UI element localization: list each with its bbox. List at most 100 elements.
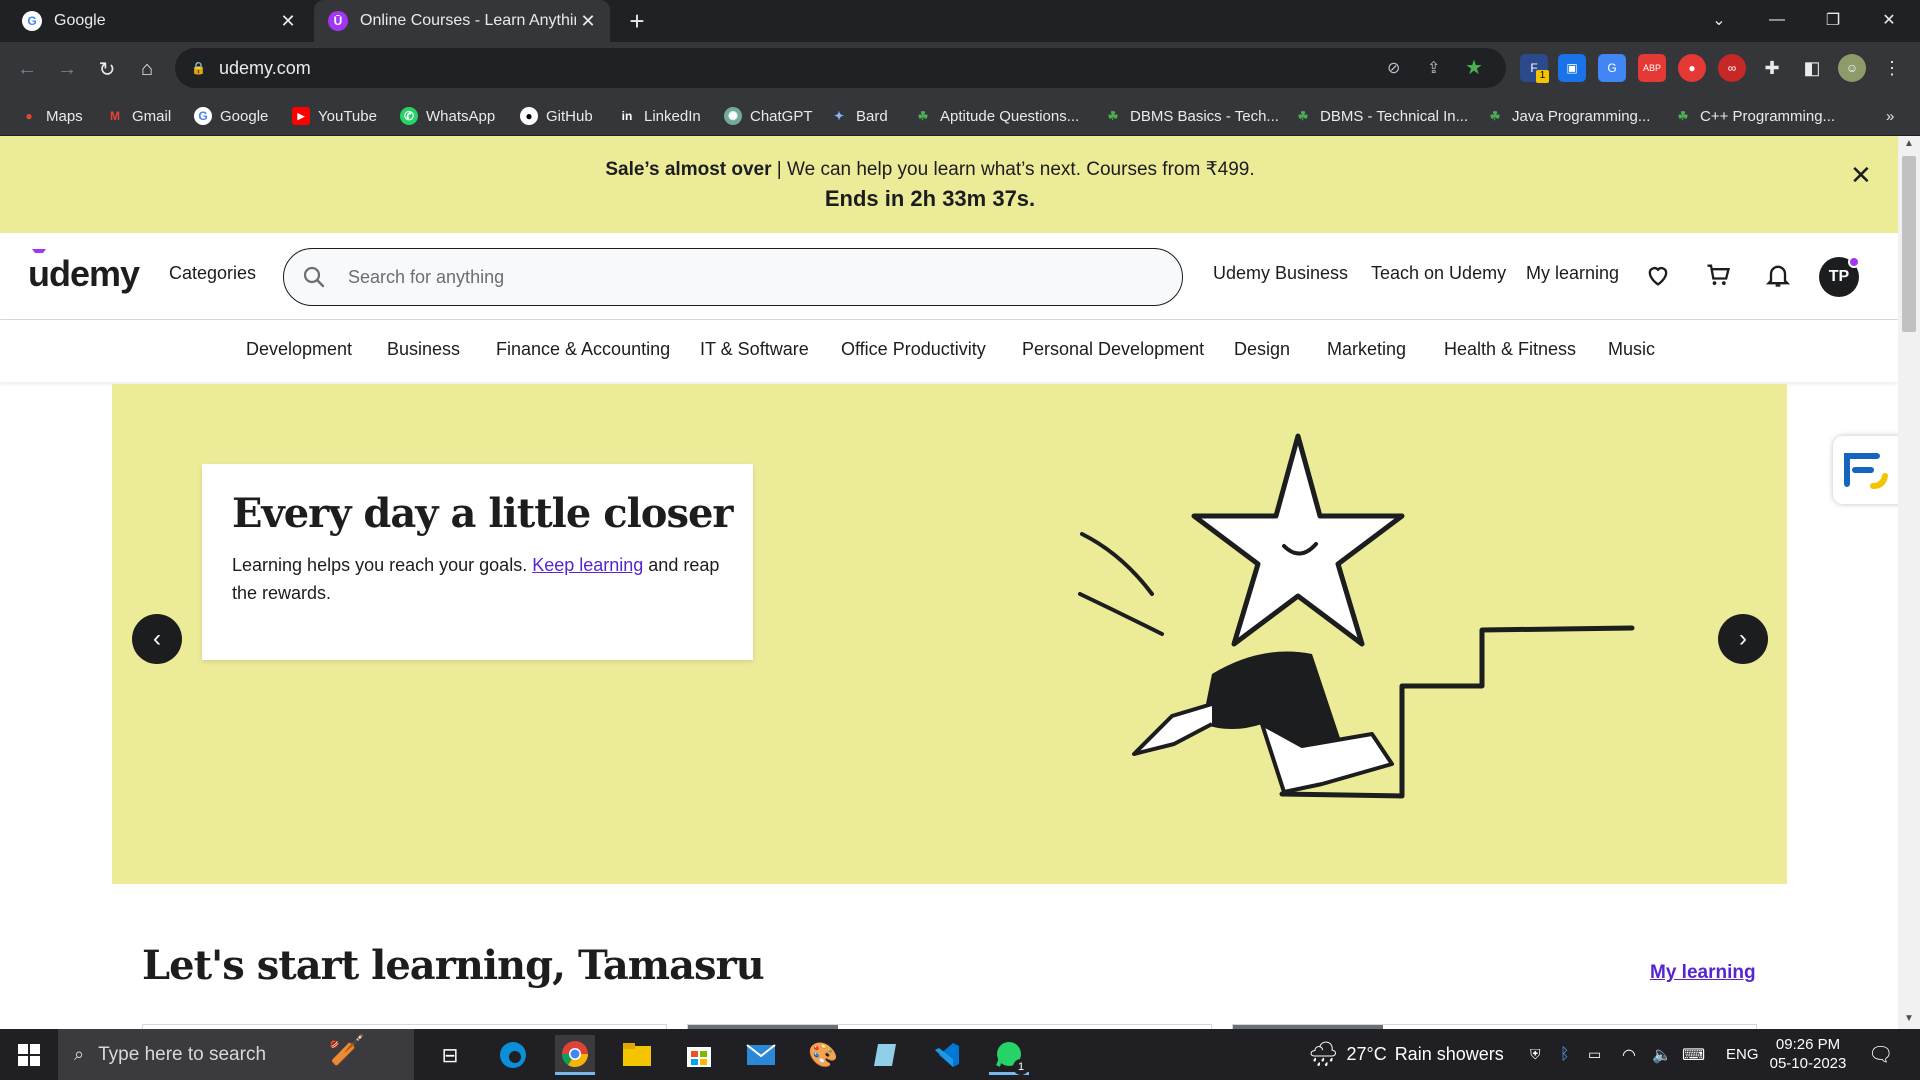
edge-icon[interactable] — [493, 1035, 533, 1075]
floating-f-widget-icon[interactable] — [1833, 436, 1898, 504]
paint-icon[interactable]: 🎨 — [803, 1035, 843, 1075]
menu-icon[interactable]: ⋮ — [1878, 54, 1906, 82]
volume-icon[interactable]: 🔈 — [1652, 1029, 1672, 1080]
new-tab-button[interactable]: + — [622, 6, 652, 36]
clock[interactable]: 09:26 PM 05-10-2023 — [1768, 1029, 1848, 1080]
tab-google[interactable]: G Google ✕ — [0, 0, 310, 42]
udemy-logo[interactable]: udemy — [28, 249, 140, 295]
bookmark-dbms-technical[interactable]: ☘ DBMS - Technical In... — [1294, 96, 1469, 136]
taskbar-search-box[interactable]: ⌕ Type here to search 🏏 — [58, 1029, 414, 1080]
bluetooth-icon[interactable]: ᛒ — [1560, 1029, 1570, 1080]
forward-button[interactable]: → — [50, 52, 84, 86]
keep-learning-link[interactable]: Keep learning — [532, 555, 643, 575]
notifications-bell-icon[interactable] — [1762, 259, 1794, 291]
my-learning-section-link[interactable]: My learning — [1650, 962, 1756, 984]
scroll-up-arrow-icon[interactable]: ▲ — [1904, 138, 1914, 149]
bookmark-java[interactable]: ☘ Java Programming... — [1486, 96, 1651, 136]
bookmark-bard[interactable]: ✦ Bard — [830, 96, 888, 136]
category-business[interactable]: Business — [387, 339, 460, 360]
share-icon[interactable]: ⇪ — [1427, 58, 1440, 78]
weather-widget[interactable]: 🌧 27°C Rain showers — [1308, 1029, 1504, 1080]
wifi-icon[interactable]: ◠ — [1622, 1029, 1636, 1080]
search-icon: ⌕ — [74, 1044, 85, 1064]
mail-icon[interactable] — [741, 1035, 781, 1075]
bookmark-github[interactable]: ● GitHub — [520, 96, 593, 136]
user-avatar[interactable]: TP — [1819, 256, 1860, 297]
file-explorer-icon[interactable] — [617, 1035, 657, 1075]
chrome-icon[interactable] — [555, 1035, 595, 1075]
category-marketing[interactable]: Marketing — [1327, 339, 1406, 360]
category-it-software[interactable]: IT & Software — [700, 339, 809, 360]
my-learning-link[interactable]: My learning — [1526, 263, 1619, 284]
extensions-puzzle-icon[interactable]: ✚ — [1758, 54, 1786, 82]
microsoft-store-icon[interactable] — [679, 1035, 719, 1075]
bookmark-gmail[interactable]: M Gmail — [106, 96, 171, 136]
wishlist-heart-icon[interactable] — [1642, 259, 1674, 291]
battery-icon[interactable]: ▭ — [1588, 1029, 1601, 1080]
side-panel-icon[interactable]: ◧ — [1798, 54, 1826, 82]
bookmark-google[interactable]: G Google — [194, 96, 268, 136]
category-design[interactable]: Design — [1234, 339, 1290, 360]
more-bookmarks-button[interactable]: » — [1886, 96, 1894, 136]
page-scrollbar[interactable]: ▲ ▼ — [1898, 136, 1920, 1029]
tab-search-icon[interactable]: ⌄ — [1696, 0, 1742, 40]
notification-dot — [1848, 256, 1860, 268]
bookmark-cpp[interactable]: ☘ C++ Programming... — [1674, 96, 1835, 136]
extension-red-icon[interactable]: ● — [1678, 54, 1706, 82]
extension-f-icon[interactable]: F1 — [1520, 54, 1549, 83]
home-button[interactable]: ⌂ — [130, 52, 164, 86]
categories-button[interactable]: Categories — [169, 263, 256, 284]
category-office-productivity[interactable]: Office Productivity — [841, 339, 986, 360]
bookmark-youtube[interactable]: ▶ YouTube — [292, 96, 377, 136]
language-indicator[interactable]: ENG — [1726, 1029, 1759, 1080]
category-development[interactable]: Development — [246, 339, 352, 360]
whatsapp-taskbar-icon[interactable]: 1 — [989, 1035, 1029, 1075]
category-music[interactable]: Music — [1608, 339, 1655, 360]
notification-center-icon[interactable]: 🗨 — [1868, 1029, 1893, 1080]
close-banner-icon[interactable]: ✕ — [1850, 160, 1872, 191]
vscode-icon[interactable] — [927, 1035, 967, 1075]
keyboard-icon[interactable]: ⌨ — [1682, 1029, 1705, 1080]
extension-screen-icon[interactable]: ▣ — [1558, 54, 1586, 82]
category-health-fitness[interactable]: Health & Fitness — [1444, 339, 1576, 360]
windows-start-icon[interactable] — [9, 1035, 49, 1075]
minimize-button[interactable]: — — [1754, 0, 1800, 40]
back-button[interactable]: ← — [10, 52, 44, 86]
extension-infinity-icon[interactable]: ∞ — [1718, 54, 1746, 82]
search-input[interactable] — [348, 266, 1148, 288]
task-view-icon[interactable]: ⊟ — [430, 1035, 470, 1075]
close-window-button[interactable]: ✕ — [1866, 0, 1912, 40]
scroll-down-arrow-icon[interactable]: ▼ — [1904, 1013, 1914, 1024]
search-bar[interactable] — [283, 248, 1183, 306]
google-translate-icon[interactable]: G — [1598, 54, 1626, 82]
address-bar[interactable]: 🔒 udemy.com ⊘ ⇪ ★ — [175, 48, 1506, 88]
udemy-business-link[interactable]: Udemy Business — [1213, 263, 1348, 284]
eye-off-icon[interactable]: ⊘ — [1387, 58, 1400, 78]
close-tab-icon[interactable]: ✕ — [276, 9, 300, 33]
bookmark-star-icon[interactable]: ★ — [1465, 55, 1483, 80]
bookmark-maps[interactable]: ● Maps — [20, 96, 82, 136]
cart-icon[interactable] — [1702, 259, 1734, 291]
category-personal-development[interactable]: Personal Development — [1022, 339, 1204, 360]
bookmark-linkedin[interactable]: in LinkedIn — [618, 96, 701, 136]
restore-button[interactable]: ❐ — [1810, 0, 1856, 40]
bookmark-chatgpt[interactable]: ✺ ChatGPT — [724, 96, 813, 136]
tab-udemy[interactable]: Ū Online Courses - Learn Anything ✕ — [314, 0, 610, 42]
carousel-prev-button[interactable]: ‹ — [132, 614, 182, 664]
carousel-next-button[interactable]: › — [1718, 614, 1768, 664]
profile-avatar-icon[interactable]: ☺ — [1838, 54, 1866, 82]
scrollbar-thumb[interactable] — [1902, 156, 1916, 332]
bookmark-whatsapp[interactable]: ✆ WhatsApp — [400, 96, 495, 136]
bookmark-dbms-basics[interactable]: ☘ DBMS Basics - Tech... — [1104, 96, 1279, 136]
maps-icon: ● — [25, 109, 33, 123]
category-finance-accounting[interactable]: Finance & Accounting — [496, 339, 670, 360]
adblock-icon[interactable]: ABP — [1638, 54, 1666, 82]
notes-app-icon[interactable] — [865, 1035, 905, 1075]
bookmark-aptitude[interactable]: ☘ Aptitude Questions... — [914, 96, 1080, 136]
cricket-icon: 🏏 — [328, 1034, 366, 1067]
close-tab-icon[interactable]: ✕ — [576, 9, 600, 33]
reload-button[interactable]: ↻ — [90, 52, 124, 86]
defender-shield-icon[interactable]: ⛨ — [1530, 1029, 1541, 1080]
tab-title: Online Courses - Learn Anything — [360, 12, 576, 29]
teach-on-udemy-link[interactable]: Teach on Udemy — [1371, 263, 1506, 284]
